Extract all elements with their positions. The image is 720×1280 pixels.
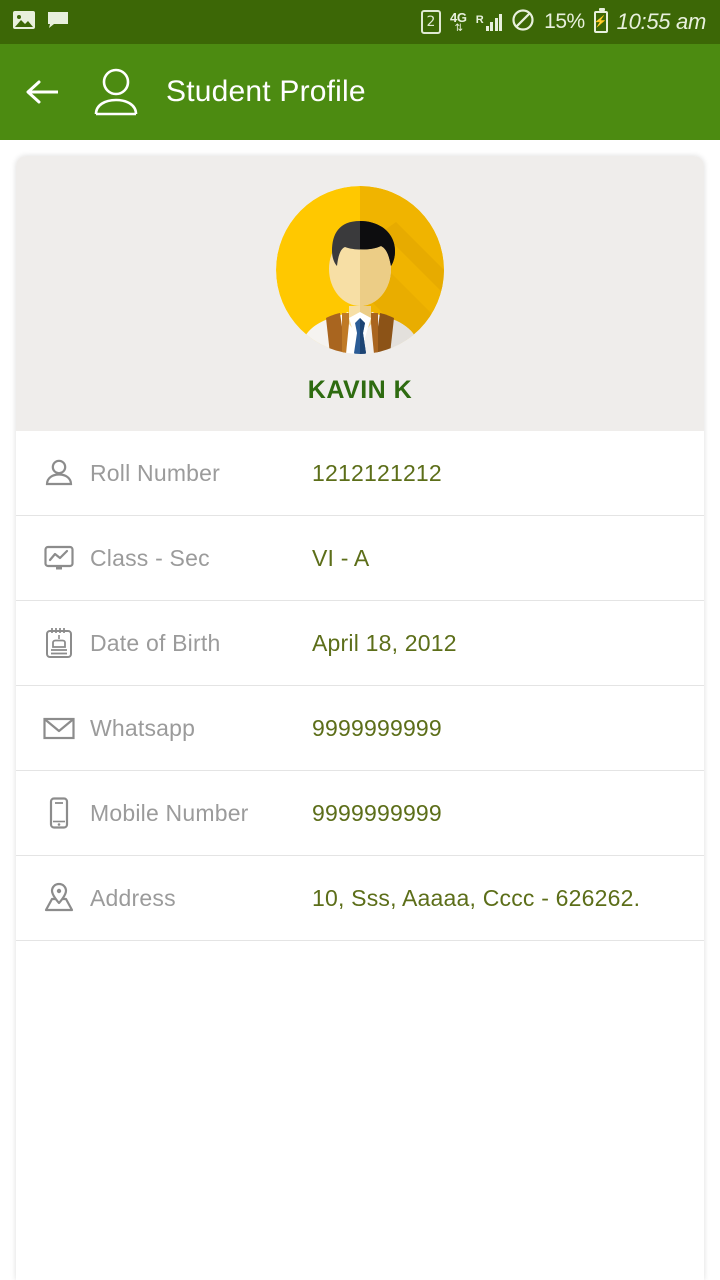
- signal-strength-icon: R: [475, 13, 503, 31]
- sim-badge: 2: [420, 10, 441, 34]
- detail-value: 1212121212: [312, 459, 442, 486]
- image-icon: [12, 8, 36, 37]
- network-type-label: 4G: [449, 9, 467, 25]
- detail-row-address[interactable]: Address 10, Sss, Aaaaa, Cccc - 626262.: [16, 856, 704, 941]
- battery-charging-icon: ⚡: [593, 8, 608, 33]
- detail-value: 10, Sss, Aaaaa, Cccc - 626262.: [312, 884, 641, 911]
- detail-row-roll-number[interactable]: Roll Number 1212121212: [16, 431, 704, 516]
- detail-label: Address: [90, 884, 176, 911]
- student-avatar: [276, 186, 444, 354]
- envelope-icon: [42, 711, 90, 745]
- profile-card: KAVIN K Roll Number 1212121212 Class - S…: [16, 156, 704, 1280]
- back-arrow-icon[interactable]: [22, 70, 66, 114]
- detail-label: Date of Birth: [90, 629, 221, 656]
- detail-value: VI - A: [312, 544, 370, 571]
- detail-label: Whatsapp: [90, 714, 196, 741]
- birthday-cake-icon: [42, 626, 90, 660]
- detail-row-whatsapp[interactable]: Whatsapp 9999999999: [16, 686, 704, 771]
- detail-row-date-of-birth[interactable]: Date of Birth April 18, 2012: [16, 601, 704, 686]
- roaming-label: R: [475, 13, 484, 26]
- detail-row-mobile-number[interactable]: Mobile Number 9999999999: [16, 771, 704, 856]
- detail-row-class-sec[interactable]: Class - Sec VI - A: [16, 516, 704, 601]
- detail-list: Roll Number 1212121212 Class - Sec VI - …: [16, 431, 704, 941]
- do-not-disturb-icon: [511, 8, 535, 37]
- detail-label: Mobile Number: [90, 799, 249, 826]
- detail-value: April 18, 2012: [312, 629, 457, 656]
- status-bar: 2 4G ⇅ R 15% ⚡ 10:55 am: [0, 0, 720, 44]
- clock-label: 10:55 am: [616, 9, 707, 34]
- person-icon: [42, 456, 90, 490]
- map-pin-icon: [42, 881, 90, 915]
- signal-bars-icon: [485, 13, 503, 31]
- mobile-phone-icon: [42, 796, 90, 830]
- chart-board-icon: [42, 541, 90, 575]
- battery-percent-label: 15%: [544, 10, 585, 33]
- app-bar: Student Profile: [0, 44, 720, 140]
- detail-label: Class - Sec: [90, 544, 210, 571]
- student-name: KAVIN K: [307, 376, 413, 404]
- detail-label: Roll Number: [90, 459, 221, 486]
- message-icon: [46, 8, 70, 37]
- page-title: Student Profile: [166, 75, 366, 108]
- data-arrows-icon: ⇅: [454, 22, 463, 34]
- student-profile-screen: 2 4G ⇅ R 15% ⚡ 10:55 am Student Profile …: [0, 0, 720, 1280]
- network-type-icon: 4G ⇅: [450, 11, 467, 34]
- detail-value: 9999999999: [312, 714, 442, 741]
- profile-header: KAVIN K: [16, 156, 704, 431]
- detail-value: 9999999999: [312, 799, 442, 826]
- person-outline-icon: [88, 64, 144, 120]
